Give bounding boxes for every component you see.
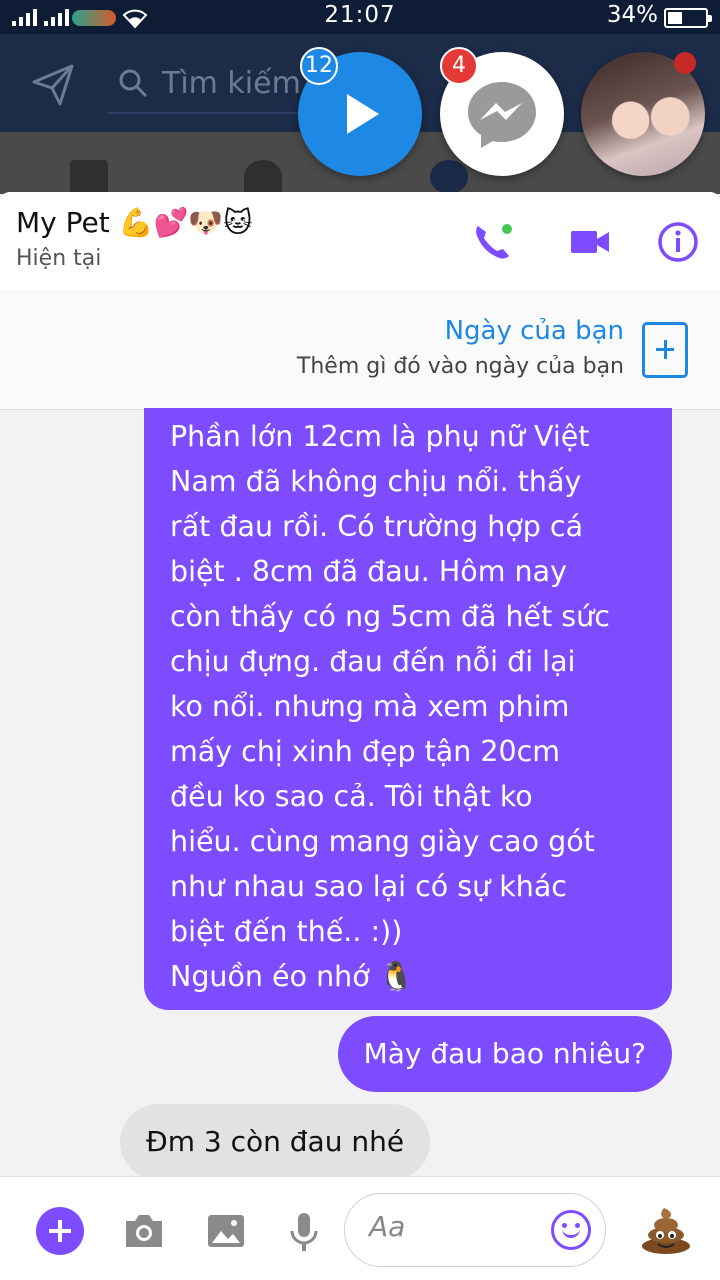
received-message[interactable]: Đm 3 còn đau nhé <box>120 1104 431 1180</box>
chat-title[interactable]: My Pet 💪💕🐶🐱 <box>16 206 252 239</box>
message-input[interactable]: Aa <box>344 1193 606 1267</box>
message-line: Phần lớn 12cm là phụ nữ Việt <box>170 420 590 453</box>
messenger-icon <box>468 82 536 148</box>
video-call-icon[interactable] <box>568 220 612 264</box>
chat-header: My Pet 💪💕🐶🐱 Hiện tại <box>0 192 720 290</box>
emoji-icon[interactable] <box>551 1210 591 1250</box>
your-day-title[interactable]: Ngày của bạn <box>445 316 624 346</box>
message-placeholder: Aa <box>369 1210 406 1243</box>
notification-dot <box>674 52 696 74</box>
globe-icon <box>430 160 468 194</box>
message-line: biệt . 8cm đã đau. Hôm nay <box>170 555 567 588</box>
battery-icon <box>664 8 712 28</box>
phone-icon[interactable] <box>470 220 514 264</box>
message-line: còn thấy có ng 5cm đã hết sức <box>170 600 610 633</box>
sent-message[interactable]: Mày đau bao nhiêu? <box>337 1016 672 1092</box>
play-icon <box>347 94 379 134</box>
people-icon <box>244 160 282 194</box>
sent-message-long[interactable]: Phần lớn 12cm là phụ nữ Việt Nam đã khôn… <box>144 408 672 1010</box>
chat-status: Hiện tại <box>16 246 102 271</box>
plus-icon[interactable] <box>36 1207 84 1255</box>
mic-icon[interactable] <box>282 1209 326 1253</box>
camera-icon[interactable] <box>122 1209 166 1253</box>
your-day-subtitle: Thêm gì đó vào ngày của bạn <box>296 354 624 379</box>
battery-percent: 34% <box>606 2 658 28</box>
search-placeholder: Tìm kiếm <box>162 66 301 101</box>
message-line: như nhau sao lại có sự khác <box>170 870 567 903</box>
composer-bar: Aa <box>0 1176 720 1280</box>
message-line: chịu đựng. đau đến nỗi đi lại <box>170 645 576 678</box>
news-icon <box>70 160 108 194</box>
screen: 21:07 34% Tìm kiếm My Pet 💪💕🐶🐱 Hiện tại … <box>0 0 720 1280</box>
your-day-banner[interactable]: Ngày của bạn Thêm gì đó vào ngày của bạn <box>0 290 720 410</box>
battery-level <box>668 12 682 24</box>
search-icon <box>119 69 148 98</box>
message-line: rất đau rồi. Có trường hợp cá <box>170 510 584 543</box>
message-line: Nguồn éo nhớ 🐧 <box>170 960 415 993</box>
unread-badge: 12 <box>300 47 338 85</box>
add-to-day-button[interactable] <box>642 322 688 378</box>
message-line: đều ko sao cả. Tôi thật ko <box>170 780 533 813</box>
unread-badge: 4 <box>440 47 478 85</box>
status-bar: 21:07 34% <box>0 0 720 34</box>
message-line: mấy chị xinh đẹp tận 20cm <box>170 735 561 768</box>
message-line: Nam đã không chịu nổi. thấy <box>170 465 582 498</box>
image-icon[interactable] <box>204 1209 248 1253</box>
message-line: ko nổi. nhưng mà xem phim <box>170 690 570 723</box>
poop-icon[interactable] <box>640 1206 692 1254</box>
background-search: Tìm kiếm <box>108 56 308 114</box>
send-icon <box>32 64 74 106</box>
message-line: hiểu. cùng mang giày cao gót <box>170 825 595 858</box>
message-line: biệt đến thế.. :)) <box>170 915 403 948</box>
info-icon[interactable] <box>656 220 700 264</box>
